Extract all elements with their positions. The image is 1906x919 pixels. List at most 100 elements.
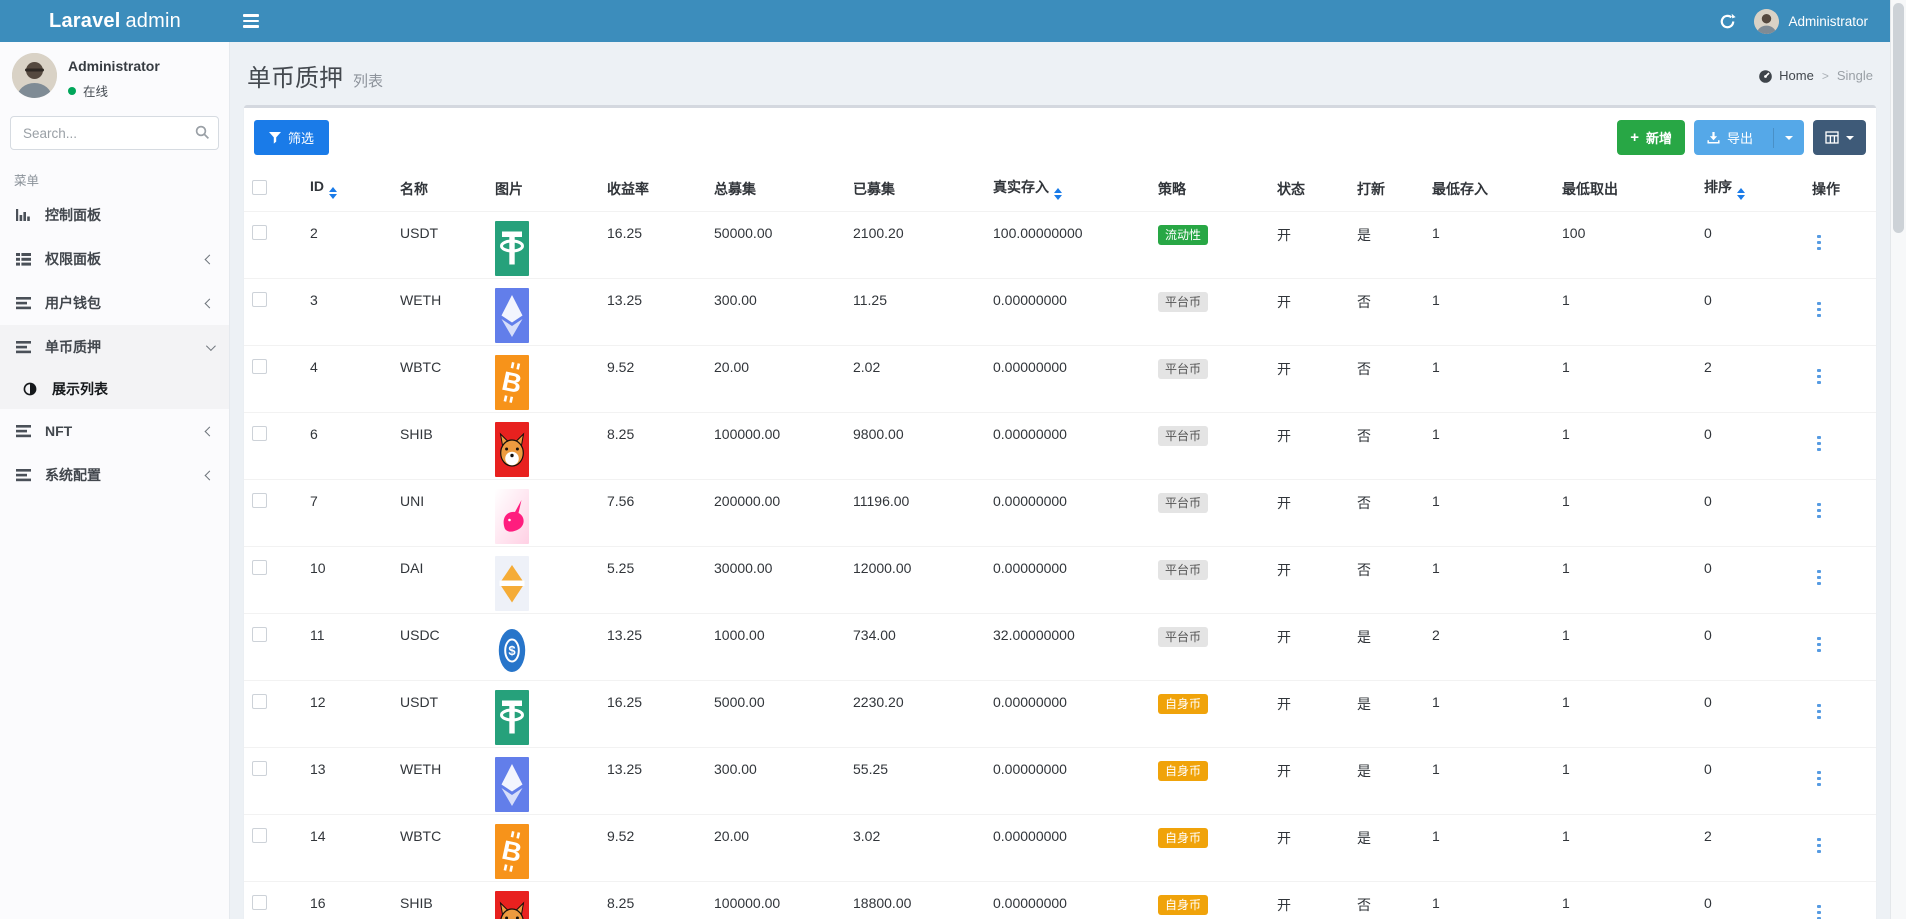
column-selector-button[interactable] (1813, 120, 1866, 155)
row-checkbox[interactable] (252, 292, 267, 307)
cell-id: 14 (302, 815, 392, 882)
col-header-14: 操作 (1804, 168, 1876, 212)
row-checkbox[interactable] (252, 560, 267, 575)
row-actions-button[interactable] (1812, 768, 1826, 790)
sidebar-item-label: 用户钱包 (45, 293, 101, 313)
svg-text:$: $ (508, 643, 516, 658)
avatar[interactable] (12, 53, 57, 98)
cell-sort: 0 (1696, 681, 1804, 748)
row-checkbox[interactable] (252, 761, 267, 776)
export-dropdown-button[interactable] (1773, 128, 1804, 148)
filter-button[interactable]: 筛选 (254, 120, 329, 155)
sidebar-item-5[interactable]: 系统配置 (0, 453, 229, 497)
sort-carets-icon[interactable] (329, 187, 337, 199)
row-checkbox[interactable] (252, 828, 267, 843)
cell-min-withdraw: 1 (1554, 279, 1696, 346)
grid-icon (1825, 131, 1839, 144)
brand-logo[interactable]: Laravel admin (0, 0, 230, 42)
user-status-label: 在线 (83, 81, 108, 100)
user-menu[interactable]: Administrator (1754, 9, 1868, 34)
cell-raised: 734.00 (845, 614, 985, 681)
sidebar-toggle-button[interactable] (230, 0, 272, 42)
scrollbar-thumb[interactable] (1893, 3, 1904, 233)
row-actions-button[interactable] (1812, 366, 1826, 388)
row-actions-button[interactable] (1812, 232, 1826, 254)
select-all-checkbox[interactable] (252, 180, 267, 195)
row-actions-button[interactable] (1812, 567, 1826, 589)
caret-down-icon (1785, 136, 1793, 140)
sort-carets-icon[interactable] (1054, 188, 1062, 200)
row-checkbox[interactable] (252, 493, 267, 508)
table-body: 2USDT16.2550000.002100.20100.00000000流动性… (244, 212, 1876, 919)
col-header-13[interactable]: 排序 (1696, 168, 1804, 212)
cell-name: WBTC (392, 346, 487, 413)
cell-id: 4 (302, 346, 392, 413)
table-row: 7UNI7.56200000.0011196.000.00000000平台币开否… (244, 480, 1876, 547)
cell-sort: 0 (1696, 547, 1804, 614)
row-actions-button[interactable] (1812, 500, 1826, 522)
col-header-11: 最低存入 (1424, 168, 1554, 212)
coin-image-weth (495, 757, 529, 812)
row-actions-button[interactable] (1812, 299, 1826, 321)
add-button[interactable]: + 新增 (1617, 120, 1685, 155)
sidebar-item-3[interactable]: 单币质押 (0, 325, 229, 369)
col-header-label: 真实存入 (993, 179, 1049, 195)
row-checkbox[interactable] (252, 627, 267, 642)
row-checkbox[interactable] (252, 225, 267, 240)
breadcrumb-home-link[interactable]: Home (1758, 68, 1814, 83)
cell-rate: 9.52 (599, 346, 706, 413)
cell-status: 开 (1269, 212, 1349, 279)
cell-id: 12 (302, 681, 392, 748)
cell-raised: 12000.00 (845, 547, 985, 614)
sidebar-item-2[interactable]: 用户钱包 (0, 281, 229, 325)
coin-image-uni (495, 489, 529, 544)
col-header-7[interactable]: 真实存入 (985, 168, 1150, 212)
sidebar-item-0[interactable]: 控制面板 (0, 193, 229, 237)
sidebar-item-1[interactable]: 权限面板 (0, 237, 229, 281)
cell-rate: 9.52 (599, 815, 706, 882)
filter-button-label: 筛选 (288, 128, 314, 147)
sidebar-item-label: NFT (45, 423, 72, 439)
cell-real-deposit: 0.00000000 (985, 547, 1150, 614)
cell-real-deposit: 0.00000000 (985, 413, 1150, 480)
row-actions-button[interactable] (1812, 902, 1826, 919)
breadcrumb-home-label: Home (1779, 68, 1814, 83)
sidebar-user-name: Administrator (68, 58, 160, 74)
brand-bold: Laravel (49, 10, 120, 33)
sidebar-subitem-3-0[interactable]: 展示列表 (0, 369, 229, 409)
cell-name: USDT (392, 681, 487, 748)
col-header-label: ID (310, 178, 324, 194)
cell-id: 3 (302, 279, 392, 346)
col-header-1[interactable]: ID (302, 168, 392, 212)
export-button[interactable]: 导出 (1694, 120, 1766, 155)
cell-total-raise: 50000.00 (706, 212, 845, 279)
row-checkbox[interactable] (252, 426, 267, 441)
row-actions-button[interactable] (1812, 634, 1826, 656)
cell-subscribe: 否 (1349, 279, 1424, 346)
cell-sort: 0 (1696, 614, 1804, 681)
search-input[interactable] (10, 116, 219, 150)
cell-name: SHIB (392, 882, 487, 919)
cell-id: 7 (302, 480, 392, 547)
refresh-icon[interactable] (1719, 13, 1736, 30)
cell-real-deposit: 0.00000000 (985, 346, 1150, 413)
cell-status: 开 (1269, 480, 1349, 547)
sidebar-item-label: 控制面板 (45, 205, 101, 225)
export-split-button: 导出 (1694, 120, 1804, 155)
row-actions-button[interactable] (1812, 835, 1826, 857)
row-actions-button[interactable] (1812, 701, 1826, 723)
row-checkbox[interactable] (252, 359, 267, 374)
sidebar-item-label: 权限面板 (45, 249, 101, 269)
coin-image-wbtc: B (495, 355, 529, 410)
row-checkbox[interactable] (252, 895, 267, 910)
search-icon[interactable] (195, 125, 210, 140)
table-row: 3WETH13.25300.0011.250.00000000平台币开否110 (244, 279, 1876, 346)
sort-carets-icon[interactable] (1737, 188, 1745, 200)
row-actions-button[interactable] (1812, 433, 1826, 455)
table-header: ID名称图片收益率总募集已募集真实存入策略状态打新最低存入最低取出排序操作 (244, 168, 1876, 212)
sidebar-item-4[interactable]: NFT (0, 409, 229, 453)
align-left-icon (15, 340, 33, 354)
row-checkbox[interactable] (252, 694, 267, 709)
cell-subscribe: 是 (1349, 815, 1424, 882)
cell-raised: 55.25 (845, 748, 985, 815)
